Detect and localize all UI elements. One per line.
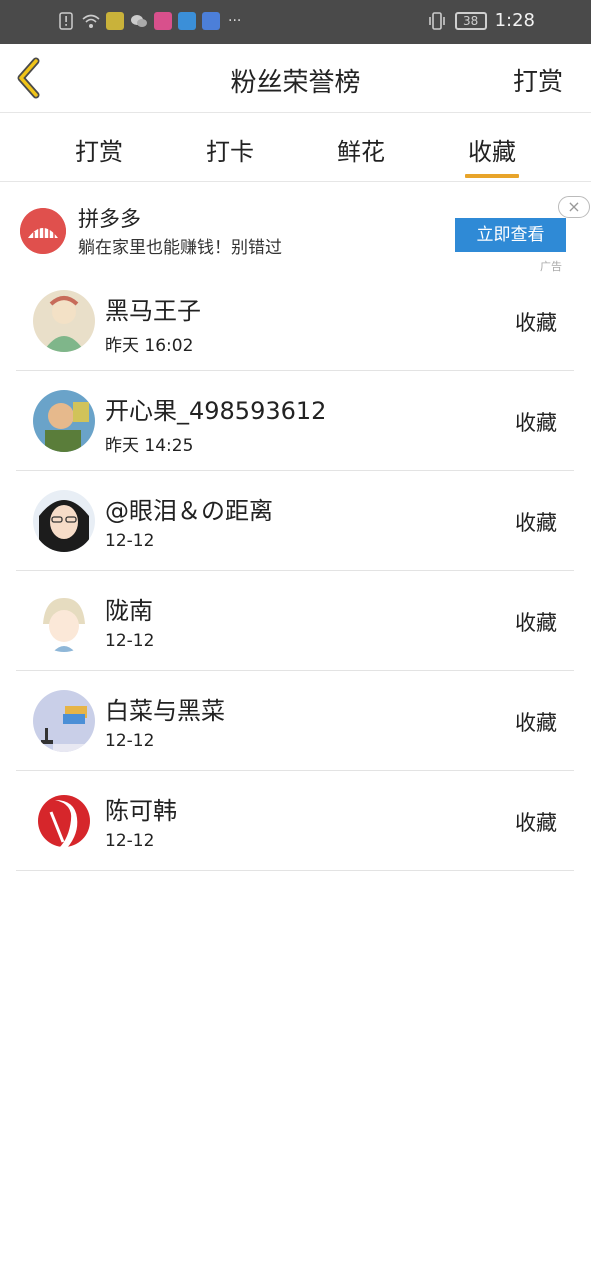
fan-action: 收藏 — [515, 611, 557, 635]
page-title: 粉丝荣誉榜 — [230, 68, 361, 98]
avatar — [33, 690, 95, 752]
fan-name: 陇南 — [105, 597, 153, 625]
fan-action: 收藏 — [515, 711, 557, 735]
list-item[interactable]: 白菜与黑菜 12-12 收藏 — [16, 671, 574, 771]
tab-tip[interactable]: 打赏 — [59, 132, 139, 167]
ad-banner[interactable]: 拼多多 躺在家里也能赚钱！别错过 立即查看 × 广告 — [0, 183, 591, 275]
status-bar: ··· 38 1:28 — [0, 0, 591, 44]
fan-time: 昨天 16:02 — [105, 336, 194, 356]
fan-name: 黑马王子 — [105, 297, 201, 325]
fan-name: @眼泪＆の距离 — [105, 497, 273, 525]
fan-time: 12-12 — [105, 731, 155, 751]
fan-name: 白菜与黑菜 — [105, 697, 225, 725]
wechat-icon — [131, 15, 147, 27]
list-item[interactable]: 陇南 12-12 收藏 — [16, 571, 574, 671]
avatar — [33, 390, 95, 452]
header: 粉丝荣誉榜 打赏 — [0, 44, 591, 113]
close-icon[interactable]: × — [558, 196, 590, 218]
fan-action: 收藏 — [515, 811, 557, 835]
pinduoduo-logo-icon — [20, 208, 66, 254]
baidu-app-icon — [202, 12, 220, 30]
fan-time: 12-12 — [105, 831, 155, 851]
tip-button[interactable]: 打赏 — [513, 62, 563, 98]
tab-label: 鲜花 — [337, 138, 385, 166]
vibrate-icon — [428, 11, 445, 30]
fan-time: 12-12 — [105, 531, 155, 551]
fans-list: 黑马王子 昨天 16:02 收藏 开心果_498593612 昨天 14:25 … — [16, 271, 574, 871]
wifi-icon — [82, 14, 100, 28]
avatar — [33, 790, 95, 852]
more-notifications-icon: ··· — [228, 13, 242, 29]
ad-description: 躺在家里也能赚钱！别错过 — [78, 238, 282, 258]
tab-indicator — [465, 174, 519, 178]
ad-title: 拼多多 — [78, 207, 141, 231]
ad-view-button[interactable]: 立即查看 — [455, 218, 566, 252]
notification-icons: ··· — [58, 12, 241, 30]
list-item[interactable]: @眼泪＆の距离 12-12 收藏 — [16, 471, 574, 571]
alert-icon — [59, 12, 73, 30]
list-item[interactable]: 开心果_498593612 昨天 14:25 收藏 — [16, 371, 574, 471]
list-item[interactable]: 黑马王子 昨天 16:02 收藏 — [16, 271, 574, 371]
tab-favorites[interactable]: 收藏 — [452, 132, 532, 178]
tab-checkin[interactable]: 打卡 — [190, 132, 270, 167]
fan-name: 开心果_498593612 — [105, 397, 327, 425]
browser-app-icon — [178, 12, 196, 30]
tab-flowers[interactable]: 鲜花 — [321, 132, 401, 167]
fan-time: 昨天 14:25 — [105, 436, 194, 456]
avatar — [33, 490, 95, 552]
tab-label: 收藏 — [468, 138, 516, 166]
tab-label: 打赏 — [75, 138, 123, 166]
video-app-icon — [154, 12, 172, 30]
fan-action: 收藏 — [515, 311, 557, 335]
avatar — [33, 590, 95, 652]
tab-bar: 打赏 打卡 鲜花 收藏 — [0, 114, 591, 182]
fan-name: 陈可韩 — [105, 797, 177, 825]
fan-action: 收藏 — [515, 511, 557, 535]
fan-time: 12-12 — [105, 631, 155, 651]
list-item[interactable]: 陈可韩 12-12 收藏 — [16, 771, 574, 871]
fan-action: 收藏 — [515, 411, 557, 435]
battery-icon: 38 — [454, 11, 487, 30]
avatar — [33, 290, 95, 352]
tab-label: 打卡 — [206, 138, 254, 166]
clock: 1:28 — [494, 10, 535, 31]
app-notification-icon — [106, 12, 124, 30]
